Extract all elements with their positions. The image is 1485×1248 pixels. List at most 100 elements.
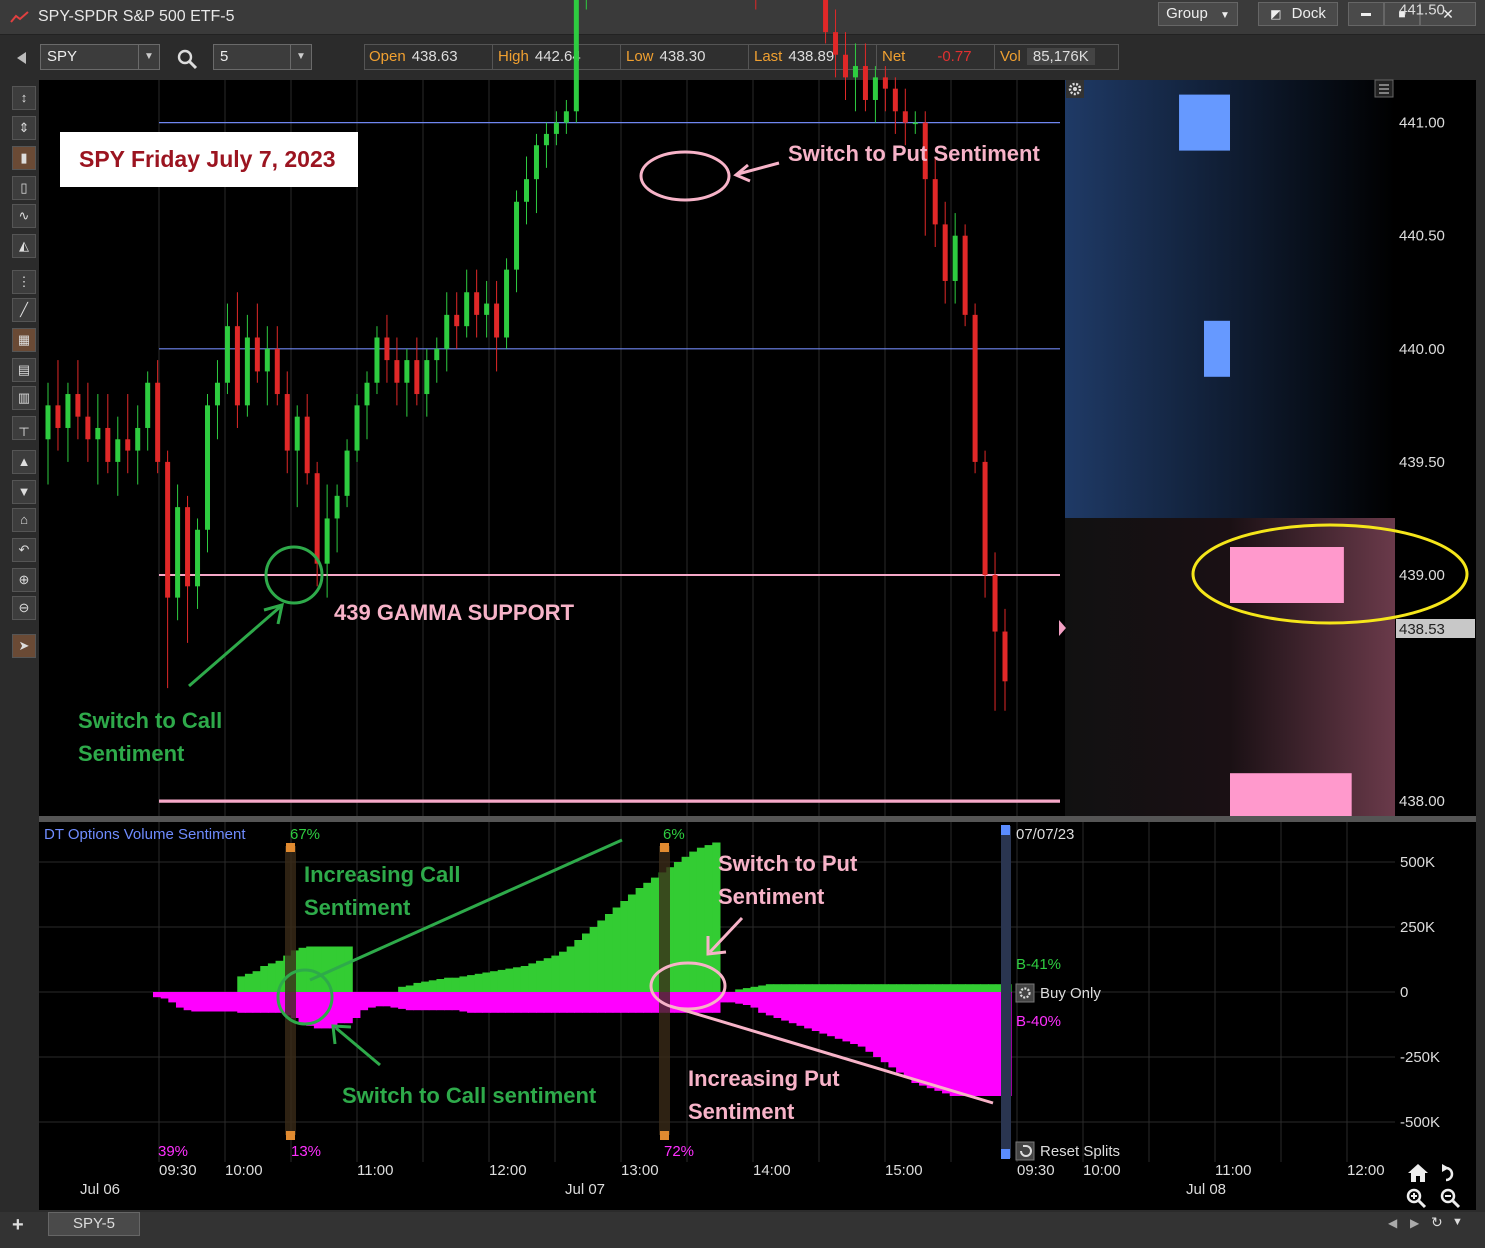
menu-icon[interactable]: [1374, 79, 1394, 98]
call-volume-bar: [474, 973, 484, 992]
split-left-handle-bottom[interactable]: [286, 1131, 295, 1140]
put-volume-bar: [513, 992, 522, 1013]
put-volume-bar: [742, 992, 752, 1005]
candle-body: [833, 32, 839, 55]
candle-body: [504, 269, 510, 338]
candle-body: [424, 360, 430, 395]
call-volume-bar: [942, 984, 951, 992]
tab-spy-5[interactable]: SPY-5: [48, 1212, 140, 1236]
candle-body: [314, 473, 320, 564]
candle-body: [274, 348, 280, 395]
call-volume-bar: [949, 984, 958, 992]
call-volume-bar: [842, 984, 851, 992]
call-volume-bar: [566, 946, 575, 992]
buy-only-toggle[interactable]: Buy Only: [1015, 983, 1101, 1003]
candle-body: [514, 201, 520, 270]
candle-body: [942, 224, 948, 281]
put-volume-bar: [911, 992, 920, 1083]
put-volume-bar: [451, 992, 461, 1011]
price-tick-label: 439.50: [1399, 454, 1445, 471]
buy-call-label: B-41%: [1016, 956, 1061, 973]
date-label: 07/07/23: [1016, 826, 1074, 843]
candle-body: [543, 133, 549, 146]
chevron-down-icon[interactable]: ▼: [1452, 1216, 1463, 1228]
put-volume-bar: [643, 992, 652, 1013]
time-tick-label: 09:30: [1017, 1162, 1055, 1179]
put-volume-bar: [942, 992, 951, 1094]
put-volume-bar: [497, 992, 506, 1013]
call-volume-bar: [505, 968, 514, 992]
split-left-band[interactable]: [285, 846, 296, 1135]
buy-put-label: B-40%: [1016, 1013, 1061, 1030]
candle-body: [992, 575, 998, 632]
add-tab-button[interactable]: +: [12, 1214, 24, 1237]
candle-body: [843, 54, 848, 78]
put-volume-bar: [467, 992, 476, 1013]
candle-body: [404, 360, 410, 383]
date-tick-label: Jul 08: [1186, 1181, 1226, 1198]
candle-body: [892, 88, 898, 112]
chart-canvas: 443.00442.50442.00441.50441.00440.50440.…: [39, 0, 1476, 1210]
candle-body: [175, 507, 181, 598]
put-volume-bar: [735, 992, 744, 1004]
candle-body: [135, 427, 141, 451]
put-volume-bar: [919, 992, 928, 1086]
put-volume-bar: [536, 992, 545, 1013]
put-volume-bar: [727, 992, 736, 1003]
put-volume-bar: [949, 992, 958, 1096]
candle-body: [205, 405, 210, 530]
call-volume-bar: [612, 907, 621, 992]
candle-body: [823, 0, 829, 33]
put-volume-bar: [612, 992, 621, 1013]
time-tick-label: 12:00: [489, 1162, 527, 1179]
put-volume-bar: [505, 992, 514, 1013]
call-volume-bar: [758, 985, 767, 992]
candle-body: [1002, 631, 1008, 682]
call-volume-bar: [267, 963, 277, 992]
call-volume-bar: [582, 933, 591, 992]
put-volume-bar: [842, 992, 851, 1042]
current-day-band[interactable]: [1001, 826, 1011, 1158]
scroll-left-icon[interactable]: ◀: [1388, 1216, 1397, 1230]
call-volume-bar: [988, 984, 997, 992]
day-handle-top[interactable]: [1001, 825, 1010, 835]
call-volume-bar: [919, 984, 928, 992]
refresh-icon[interactable]: ↻: [1431, 1214, 1443, 1231]
put-volume-bar: [267, 992, 277, 1013]
put-volume-bar: [191, 992, 200, 1012]
candle-body: [95, 427, 101, 440]
call-volume-bar: [850, 984, 859, 992]
pct-bottom-left: 39%: [158, 1143, 188, 1160]
call-volume-bar: [788, 984, 798, 992]
day-handle-bottom[interactable]: [1001, 1149, 1010, 1159]
candle-body: [464, 292, 470, 327]
split-right-band[interactable]: [659, 846, 670, 1135]
reset-splits-button[interactable]: Reset Splits: [1015, 1141, 1120, 1161]
split-right-handle-bottom[interactable]: [660, 1131, 669, 1140]
call-volume-bar: [551, 955, 560, 992]
panel-divider[interactable]: [39, 816, 1476, 822]
tab-label: SPY-5: [73, 1215, 115, 1232]
scroll-right-icon[interactable]: ▶: [1410, 1216, 1419, 1230]
split-right-handle-top[interactable]: [660, 843, 669, 852]
put-volume-bar: [604, 992, 614, 1013]
call-volume-bar: [980, 984, 989, 992]
time-tick-label: 09:30: [159, 1162, 197, 1179]
split-left-handle-top[interactable]: [286, 843, 295, 852]
put-volume-bar: [957, 992, 966, 1096]
gear-icon[interactable]: [1066, 80, 1084, 98]
put-volume-bar: [260, 992, 269, 1013]
put-volume-bar: [444, 992, 453, 1011]
put-volume-bar: [620, 992, 629, 1013]
candle-body: [45, 405, 51, 440]
put-volume-bar: [168, 992, 177, 1003]
call-volume-bar: [237, 976, 246, 992]
put-volume-bar: [221, 992, 231, 1012]
put-volume-bar: [926, 992, 935, 1089]
put-volume-bar: [474, 992, 484, 1013]
time-tick-label: 12:00: [1347, 1162, 1385, 1179]
call-volume-bar: [781, 984, 790, 992]
call-volume-bar: [528, 963, 537, 992]
call-volume-bar: [497, 969, 506, 992]
candle-body: [912, 122, 918, 125]
